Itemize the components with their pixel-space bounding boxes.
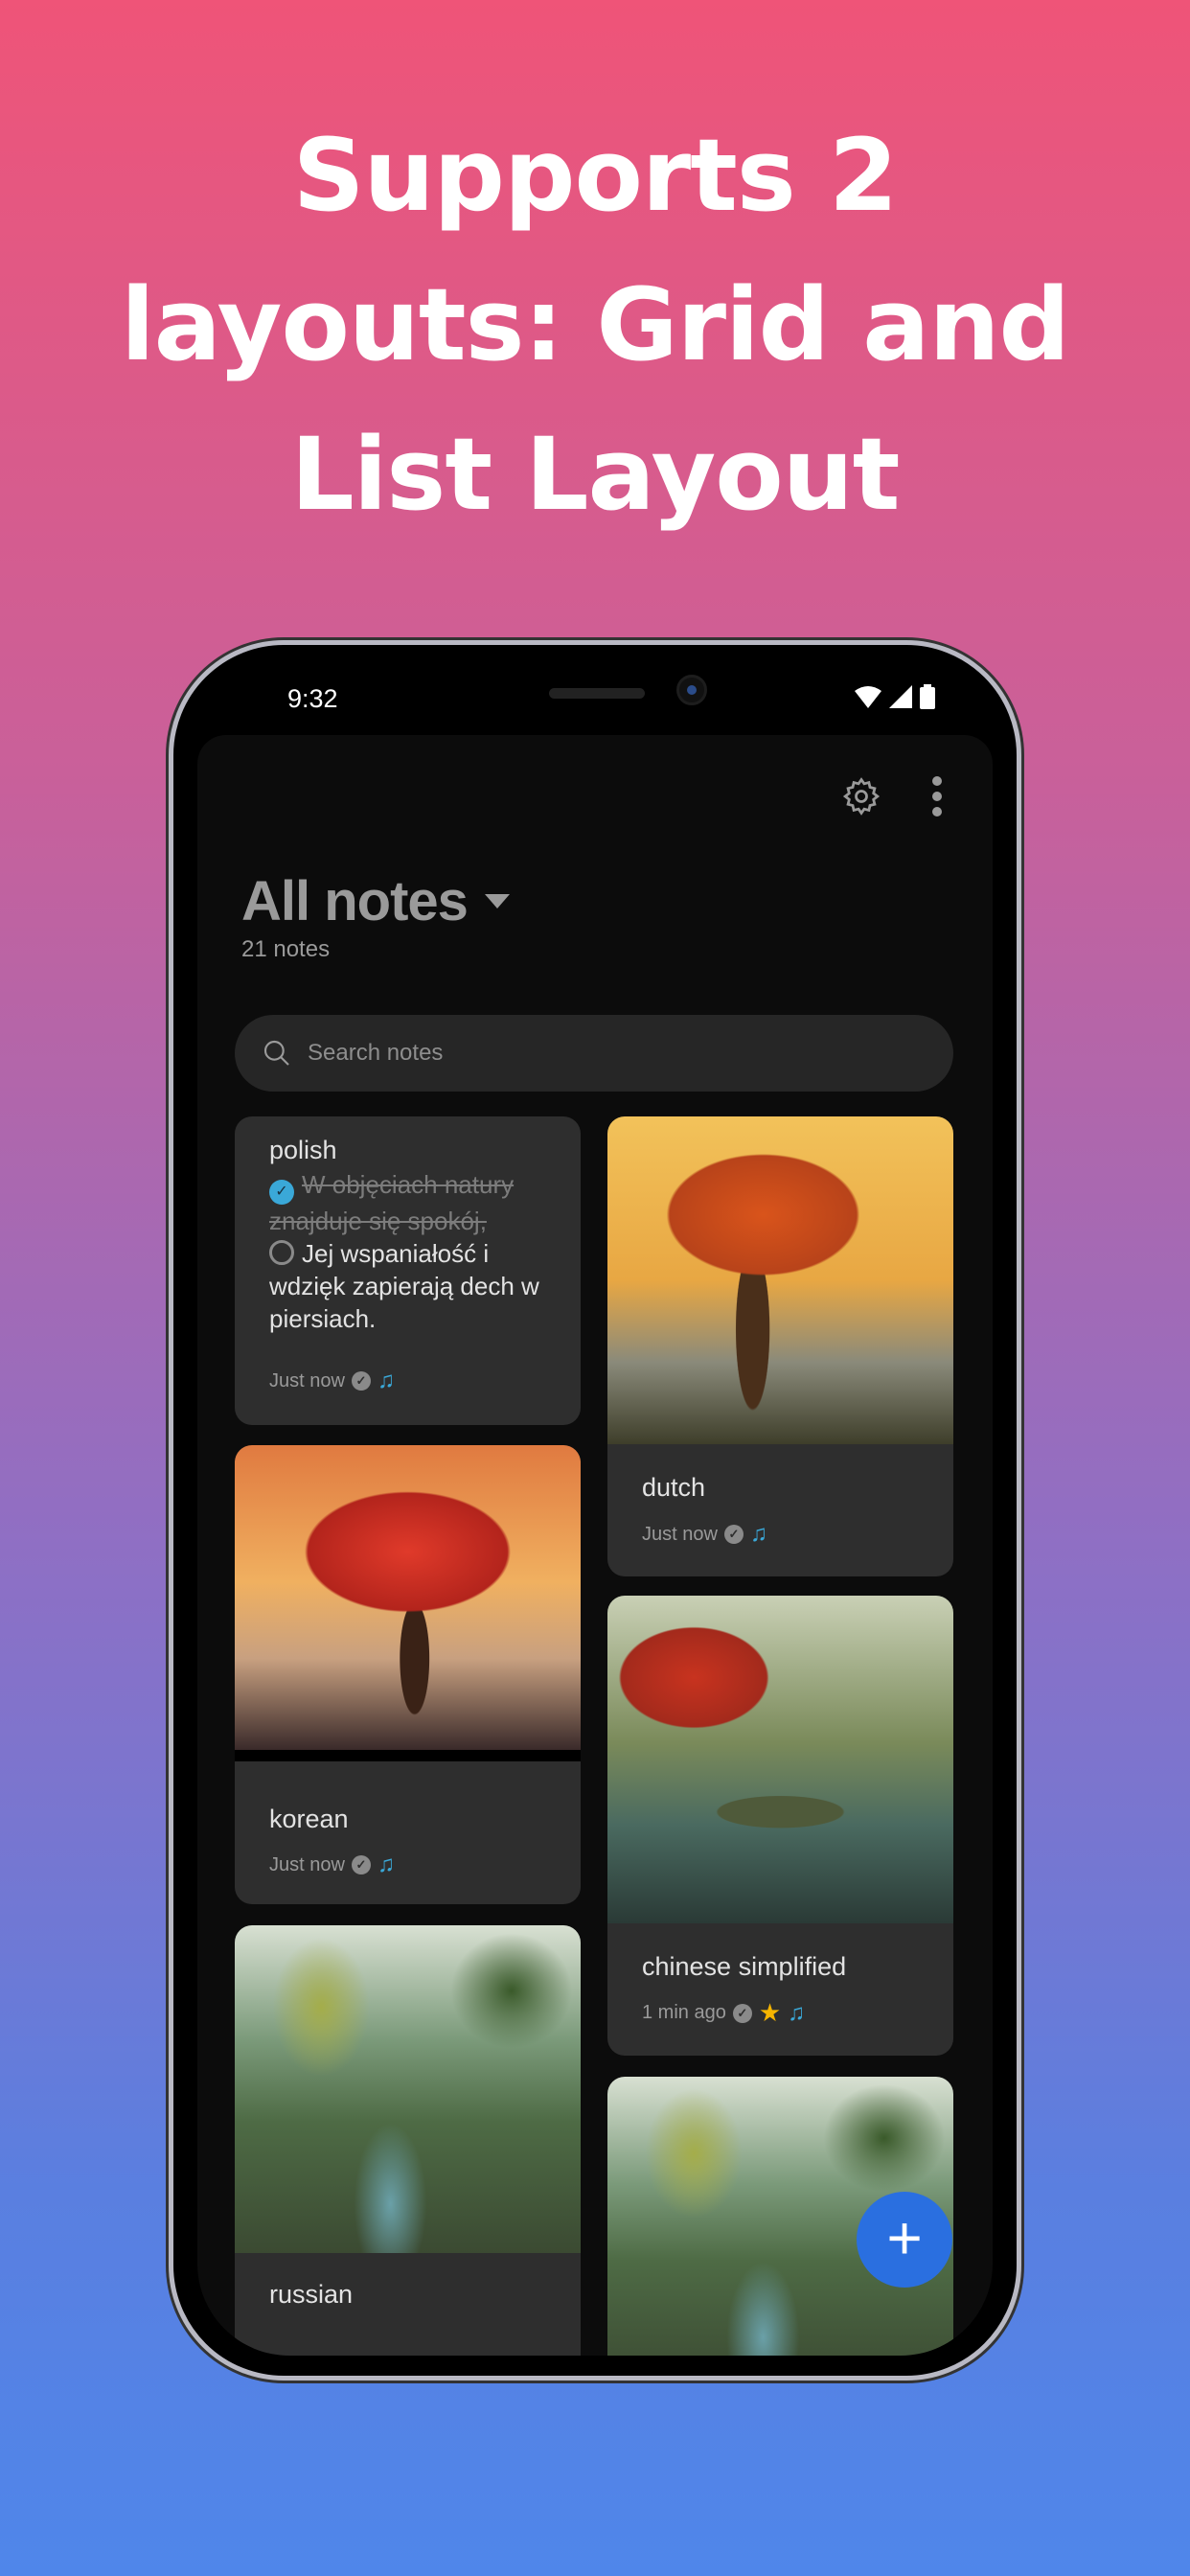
synced-icon: ✓ — [732, 2003, 752, 2023]
checked-icon[interactable]: ✓ — [269, 1180, 294, 1205]
search-input[interactable]: Search notes — [235, 1015, 953, 1092]
note-meta: 1 min ago ✓ ★ ♫ — [642, 1998, 805, 2028]
music-icon: ♫ — [377, 1368, 395, 1393]
synced-icon: ✓ — [351, 1371, 371, 1391]
note-card[interactable]: polish ✓ W objęciach natury znajduje się … — [235, 1116, 581, 1425]
headline-line: List Layout — [290, 416, 901, 533]
app-content: All notes 21 notes Search notes polish ✓… — [197, 735, 993, 2356]
promo-headline: Supports 2 layouts: Grid and List Layout — [0, 101, 1190, 549]
music-icon: ♫ — [788, 1999, 806, 2026]
checklist-item: ✓ W objęciach natury znajduje się spokój, — [269, 1168, 557, 1237]
synced-icon: ✓ — [723, 1525, 744, 1544]
note-card[interactable]: dutch Just now ✓ ♫ — [607, 1116, 953, 1576]
note-card[interactable]: korean Just now ✓ ♫ — [235, 1445, 581, 1904]
note-title: polish — [269, 1136, 337, 1164]
note-image — [607, 1116, 953, 1444]
phone-screen: 9:32 All notes 21 notes Search notes pol… — [197, 665, 993, 2356]
note-card[interactable]: chinese simplified 1 min ago ✓ ★ ♫ — [607, 1596, 953, 2056]
note-title: chinese simplified — [642, 1952, 847, 1981]
note-time: Just now — [642, 1523, 718, 1545]
note-card[interactable]: russian — [235, 1925, 581, 2356]
note-image — [235, 1445, 581, 1761]
note-title: russian — [269, 2280, 354, 2309]
gear-icon[interactable] — [840, 775, 882, 817]
music-icon: ♫ — [749, 1521, 767, 1547]
note-time: Just now — [269, 1369, 345, 1392]
checklist-item: Jej wspaniałość i wdzięk zapierają dech … — [269, 1237, 557, 1335]
search-icon — [263, 1040, 289, 1066]
more-vert-icon[interactable] — [926, 775, 949, 817]
search-placeholder: Search notes — [308, 1040, 444, 1066]
unchecked-icon[interactable] — [269, 1240, 294, 1265]
note-meta: Just now ✓ ♫ — [269, 1368, 395, 1394]
note-meta: Just now ✓ ♫ — [269, 1852, 395, 1878]
checklist-text: W objęciach natury znajduje się spokój, — [269, 1170, 515, 1235]
note-meta: Just now ✓ ♫ — [642, 1521, 767, 1548]
status-icons — [855, 684, 935, 709]
headline-line: layouts: Grid and — [121, 266, 1070, 383]
status-time: 9:32 — [287, 684, 338, 713]
headline-line: Supports 2 — [292, 117, 899, 234]
note-time: Just now — [269, 1853, 345, 1875]
music-icon: ♫ — [377, 1852, 395, 1877]
page-title: All notes — [241, 870, 469, 932]
star-icon: ★ — [758, 1998, 782, 2027]
note-title: dutch — [642, 1473, 706, 1502]
add-note-button[interactable]: + — [857, 2192, 952, 2288]
note-image — [235, 1925, 581, 2253]
camera — [676, 675, 707, 705]
caret-down-icon — [484, 894, 510, 908]
notes-count: 21 notes — [241, 936, 331, 962]
synced-icon: ✓ — [351, 1855, 371, 1874]
signal-icon — [889, 685, 912, 708]
wifi-icon — [855, 686, 881, 708]
speaker — [549, 688, 645, 699]
notebook-selector[interactable]: All notes — [241, 869, 510, 933]
note-image — [607, 1596, 953, 1923]
checklist-text: Jej wspaniałość i wdzięk zapierają dech … — [269, 1239, 539, 1333]
note-time: 1 min ago — [642, 2002, 726, 2023]
note-title: korean — [269, 1805, 349, 1833]
battery-icon — [920, 684, 935, 709]
